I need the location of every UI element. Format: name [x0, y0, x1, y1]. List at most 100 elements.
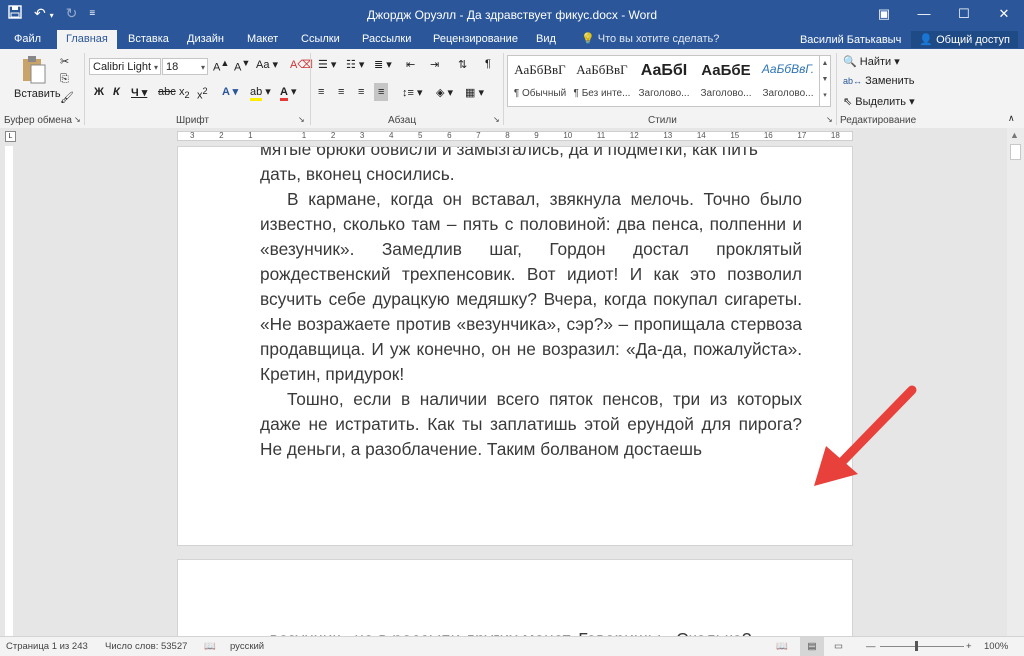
font-size-combo[interactable]: 18 ▾ [162, 58, 208, 75]
zoom-slider[interactable] [880, 646, 964, 647]
vertical-ruler[interactable] [2, 146, 16, 636]
superscript-icon[interactable]: x2 [197, 86, 208, 102]
language[interactable]: русский [230, 641, 264, 652]
read-mode-icon[interactable]: 📖 [776, 641, 788, 652]
justify-icon[interactable]: ≡ [374, 83, 389, 101]
style-sample: АаБбВвГ. [761, 62, 815, 76]
style-normal[interactable]: АаБбВвГ ¶ Обычный [510, 56, 570, 108]
vertical-scrollbar[interactable]: ▲ [1007, 128, 1024, 636]
scroll-up-icon[interactable]: ▲ [1010, 130, 1019, 140]
show-marks-icon[interactable]: ¶ [485, 58, 491, 70]
tab-references[interactable]: Ссылки [292, 30, 349, 49]
shading-icon[interactable]: ◈ ▾ [436, 86, 453, 99]
chevron-down-icon: ▾ [153, 63, 158, 72]
text-effects-icon[interactable]: A ▾ [222, 85, 238, 98]
increase-indent-icon[interactable]: ⇥ [430, 58, 439, 71]
subscript-icon[interactable]: x2 [179, 86, 190, 100]
style-no-spacing[interactable]: АаБбВвГ ¶ Без инте... [572, 56, 632, 108]
borders-icon[interactable]: ▦ ▾ [465, 86, 484, 99]
line-spacing-icon[interactable]: ↕≡ ▾ [402, 86, 423, 99]
ruler-number: 8 [505, 131, 510, 140]
replace-button[interactable]: ab↔ Заменить [843, 75, 915, 87]
collapse-ribbon-icon[interactable]: ∧ [1008, 113, 1015, 124]
ruler-number: 3 [359, 131, 365, 140]
style-sample: АаБбI [640, 62, 688, 79]
zoom-out-icon[interactable]: — [866, 641, 876, 652]
style-heading-1[interactable]: АаБбI Заголово... [634, 56, 694, 108]
tab-file[interactable]: Файл [5, 30, 50, 49]
change-case-icon[interactable]: Aa ▾ [256, 58, 278, 71]
editing-group-label: Редактирование [840, 115, 917, 126]
decrease-indent-icon[interactable]: ⇤ [406, 58, 415, 71]
share-button[interactable]: 👤 Общий доступ [911, 31, 1018, 48]
grow-font-icon[interactable]: A▲ [213, 58, 229, 74]
style-heading-3[interactable]: АаБбВвГ. Заголово... [758, 56, 818, 108]
italic-icon[interactable]: К [113, 86, 120, 98]
numbering-icon[interactable]: ☷ ▾ [346, 58, 364, 71]
horizontal-ruler[interactable]: L 3 2 1 1 2 3 4 5 6 7 8 9 10 11 12 13 14 15 16 17 18 [0, 128, 1024, 144]
word-count[interactable]: Число слов: 53527 [105, 641, 187, 652]
underline-icon[interactable]: Ч ▾ [131, 86, 147, 99]
ruler-number: 12 [629, 131, 639, 140]
tab-review[interactable]: Рецензирование [424, 30, 527, 49]
maximize-icon[interactable]: ☐ [944, 0, 984, 30]
tell-me-box[interactable]: 💡 Что вы хотите сделать? [572, 30, 728, 49]
tell-me-text: Что вы хотите сделать? [597, 33, 720, 45]
style-sample: АаБбЕ [701, 62, 751, 79]
multilevel-list-icon[interactable]: ≣ ▾ [374, 58, 392, 71]
zoom-slider-thumb[interactable] [915, 641, 918, 651]
ribbon-display-options-icon[interactable]: ▣ [864, 0, 904, 30]
document-body[interactable]: дать, вконец сносились. В кармане, когда… [260, 162, 802, 462]
tab-layout[interactable]: Макет [238, 30, 287, 49]
document-page[interactable]: мятые брюки обвисли и замызгались, да и … [177, 146, 853, 546]
zoom-level[interactable]: 100% [984, 641, 1008, 652]
ruler-number: 15 [730, 131, 740, 140]
lightbulb-icon: 💡 [581, 33, 595, 45]
web-layout-icon[interactable]: ▭ [834, 641, 843, 652]
align-left-icon[interactable]: ≡ [318, 86, 324, 98]
bullets-icon[interactable]: ☰ ▾ [318, 58, 336, 71]
bold-icon[interactable]: Ж [94, 86, 104, 98]
tab-mailings[interactable]: Рассылки [353, 30, 420, 49]
paste-button[interactable]: Вставить [14, 55, 61, 100]
styles-launcher-icon[interactable]: ↘ [826, 115, 833, 124]
sort-icon[interactable]: ⇅ [458, 58, 467, 71]
tab-design[interactable]: Дизайн [178, 30, 233, 49]
style-name: ¶ Без инте... [573, 88, 631, 99]
select-button[interactable]: ⇖ Выделить ▾ [843, 95, 915, 108]
close-icon[interactable]: ✕ [984, 0, 1024, 30]
align-right-icon[interactable]: ≡ [358, 86, 364, 98]
print-layout-icon[interactable]: ▤ [800, 637, 824, 656]
font-name-combo[interactable]: Calibri Light ▾ [89, 58, 161, 75]
copy-icon[interactable]: ⎘ [60, 73, 69, 86]
replace-icon: ab↔ [843, 76, 863, 86]
proofing-icon[interactable]: 📖 [204, 641, 216, 652]
find-button[interactable]: 🔍 Найти ▾ [843, 55, 900, 68]
style-heading-2[interactable]: АаБбЕ Заголово... [696, 56, 756, 108]
font-launcher-icon[interactable]: ↘ [298, 115, 305, 124]
paragraph-launcher-icon[interactable]: ↘ [493, 115, 500, 124]
tab-home[interactable]: Главная [57, 30, 117, 49]
minimize-icon[interactable]: — [904, 0, 944, 30]
strikethrough-icon[interactable]: abc [158, 86, 176, 98]
ruler-number: 2 [219, 131, 224, 140]
font-name-value: Calibri Light [93, 61, 152, 73]
scroll-thumb[interactable] [1010, 144, 1021, 160]
paragraph-group-label: Абзац [388, 115, 417, 126]
highlight-icon[interactable]: ab ▾ [250, 85, 271, 101]
tab-view[interactable]: Вид [527, 30, 565, 49]
align-center-icon[interactable]: ≡ [338, 86, 344, 98]
style-sample: АаБбВвГ [514, 62, 566, 77]
page-count[interactable]: Страница 1 из 243 [6, 641, 88, 652]
tab-insert[interactable]: Вставка [119, 30, 178, 49]
font-color-icon[interactable]: A ▾ [280, 85, 297, 101]
tab-selector-icon[interactable]: L [5, 131, 16, 142]
format-painter-icon[interactable]: 🖌 [60, 91, 74, 104]
cut-icon[interactable]: ✂ [60, 55, 69, 68]
styles-scroll[interactable]: ▲ ▼ ▾ [819, 56, 830, 106]
shrink-font-icon[interactable]: A▼ [234, 58, 250, 74]
user-name[interactable]: Василий Батькавыч [800, 34, 901, 46]
document-page-2[interactable]: «везунчик» не в россыпи других монет. Го… [177, 559, 853, 639]
clipboard-launcher-icon[interactable]: ↘ [74, 115, 81, 124]
zoom-in-icon[interactable]: + [966, 641, 972, 652]
